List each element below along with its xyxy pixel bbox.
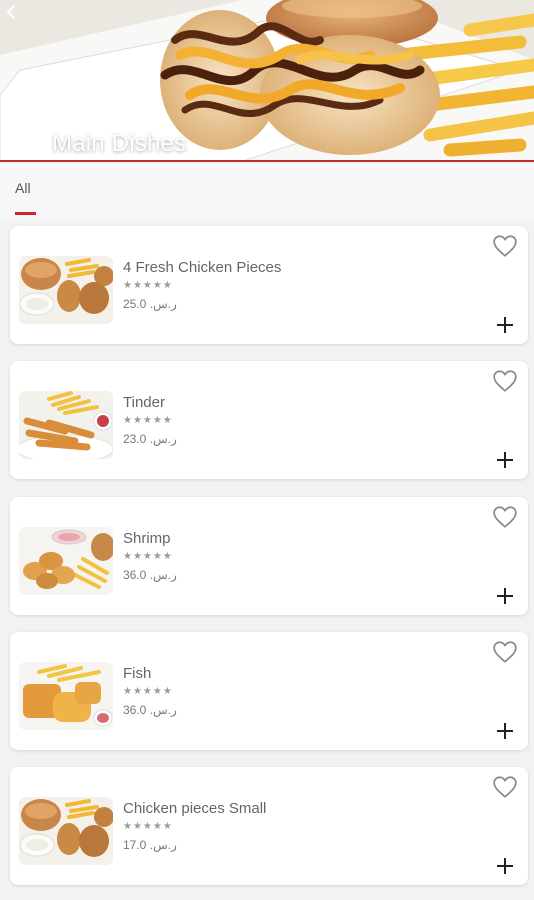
product-name: Fish [123,665,152,682]
heart-icon[interactable] [492,369,518,393]
product-price: 36.0 .ر.س [123,703,177,717]
product-card[interactable]: Tinder ★★★★★ 23.0 .ر.س [10,361,528,479]
rating-stars: ★★★★★ [123,415,173,426]
tab-active-indicator [15,212,36,215]
product-name: 4 Fresh Chicken Pieces [123,259,282,276]
heart-icon[interactable] [492,775,518,799]
product-price: 25.0 .ر.س [123,297,177,311]
chevron-left-icon[interactable] [0,0,24,24]
header-banner: Main Dishes [0,0,534,162]
product-card[interactable]: Fish ★★★★★ 36.0 .ر.س [10,632,528,750]
category-tabs: All [0,164,534,220]
page-title: Main Dishes [52,130,187,157]
product-image [19,391,113,459]
product-price: 23.0 .ر.س [123,432,177,446]
rating-stars: ★★★★★ [123,280,173,291]
rating-stars: ★★★★★ [123,686,173,697]
heart-icon[interactable] [492,640,518,664]
heart-icon[interactable] [492,234,518,258]
plus-icon[interactable] [496,451,514,469]
tab-all[interactable]: All [15,180,31,196]
rating-stars: ★★★★★ [123,551,173,562]
plus-icon[interactable] [496,722,514,740]
product-price: 36.0 .ر.س [123,568,177,582]
product-image [19,527,113,595]
product-card[interactable]: 4 Fresh Chicken Pieces ★★★★★ 25.0 .ر.س [10,226,528,344]
product-image [19,256,113,324]
plus-icon[interactable] [496,857,514,875]
product-card[interactable]: Chicken pieces Small ★★★★★ 17.0 .ر.س [10,767,528,885]
product-card[interactable]: Shrimp ★★★★★ 36.0 .ر.س [10,497,528,615]
product-name: Chicken pieces Small [123,800,267,817]
plus-icon[interactable] [496,316,514,334]
plus-icon[interactable] [496,587,514,605]
product-price: 17.0 .ر.س [123,838,177,852]
heart-icon[interactable] [492,505,518,529]
rating-stars: ★★★★★ [123,821,173,832]
product-image [19,662,113,730]
product-name: Tinder [123,394,165,411]
product-name: Shrimp [123,530,171,547]
product-image [19,797,113,865]
